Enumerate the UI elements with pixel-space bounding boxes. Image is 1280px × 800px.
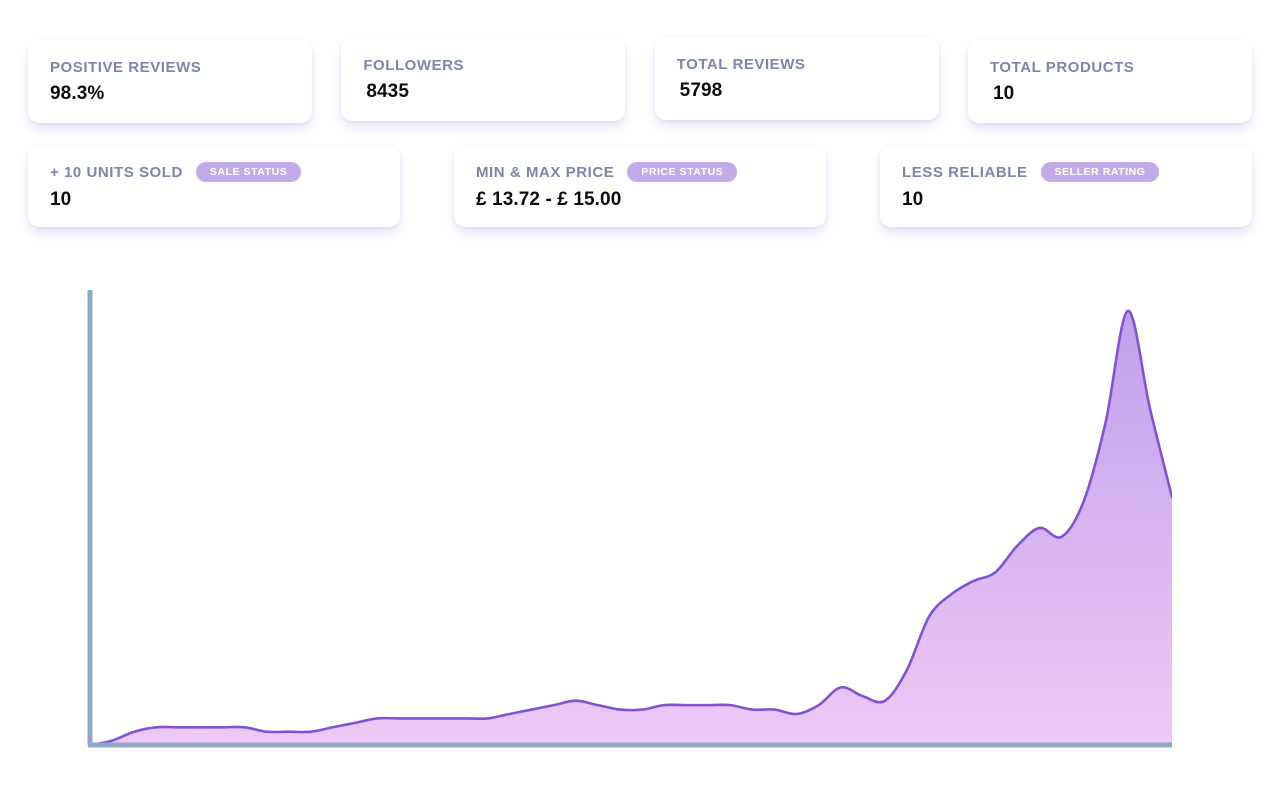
stat-value-positive-reviews: 98.3%	[50, 82, 105, 104]
stat-card-less-reliable[interactable]: LESS RELIABLE SELLER RATING 10	[880, 146, 1252, 227]
stats-row-secondary: + 10 UNITS SOLD SALE STATUS 10 MIN & MAX…	[28, 146, 1252, 227]
stat-value-total-products: 10	[992, 82, 1015, 104]
stat-value-min-max-price: £ 13.72 - £ 15.00	[476, 189, 622, 211]
card-header: POSITIVE REVIEWS	[50, 59, 292, 76]
stat-card-min-max-price[interactable]: MIN & MAX PRICE PRICE STATUS £ 13.72 - £…	[454, 146, 826, 227]
stat-card-positive-reviews[interactable]: POSITIVE REVIEWS 98.3%	[28, 40, 312, 123]
stat-label-followers: FOLLOWERS	[363, 56, 465, 74]
card-header: + 10 UNITS SOLD SALE STATUS	[50, 161, 380, 183]
stat-label-positive-reviews: POSITIVE REVIEWS	[50, 58, 202, 76]
stat-label-total-reviews: TOTAL REVIEWS	[676, 55, 806, 73]
stat-value-followers: 8435	[366, 80, 409, 102]
card-header: MIN & MAX PRICE PRICE STATUS	[476, 161, 806, 183]
stat-label-min-max-price: MIN & MAX PRICE	[476, 163, 615, 181]
stat-card-units-sold[interactable]: + 10 UNITS SOLD SALE STATUS 10	[28, 146, 400, 227]
stat-label-total-products: TOTAL PRODUCTS	[989, 58, 1135, 76]
chart-series-group	[88, 309, 1172, 747]
area-fill-path	[90, 310, 1172, 745]
card-header: FOLLOWERS	[363, 57, 605, 74]
stat-value-units-sold: 10	[50, 189, 72, 211]
stat-label-units-sold: + 10 UNITS SOLD	[50, 163, 183, 181]
card-header: TOTAL PRODUCTS	[990, 59, 1232, 76]
stat-label-less-reliable: LESS RELIABLE	[902, 163, 1028, 181]
stat-card-total-reviews[interactable]: TOTAL REVIEWS 5798	[654, 37, 939, 120]
status-badge-price-status[interactable]: PRICE STATUS	[627, 161, 738, 183]
status-badge-sale-status[interactable]: SALE STATUS	[195, 161, 302, 183]
stat-card-total-products[interactable]: TOTAL PRODUCTS 10	[967, 40, 1252, 123]
sales-trend-chart[interactable]	[80, 290, 1190, 760]
stat-card-followers[interactable]: FOLLOWERS 8435	[341, 38, 626, 121]
card-header: LESS RELIABLE SELLER RATING	[902, 161, 1232, 183]
status-badge-seller-rating[interactable]: SELLER RATING	[1040, 161, 1160, 183]
chart-svg	[87, 290, 1172, 748]
stats-row-primary: POSITIVE REVIEWS 98.3% FOLLOWERS 8435 TO…	[28, 37, 1252, 123]
stat-value-total-reviews: 5798	[679, 79, 723, 101]
card-header: TOTAL REVIEWS	[677, 56, 919, 73]
stat-value-less-reliable: 10	[902, 189, 924, 211]
dashboard-page: POSITIVE REVIEWS 98.3% FOLLOWERS 8435 TO…	[0, 0, 1280, 800]
